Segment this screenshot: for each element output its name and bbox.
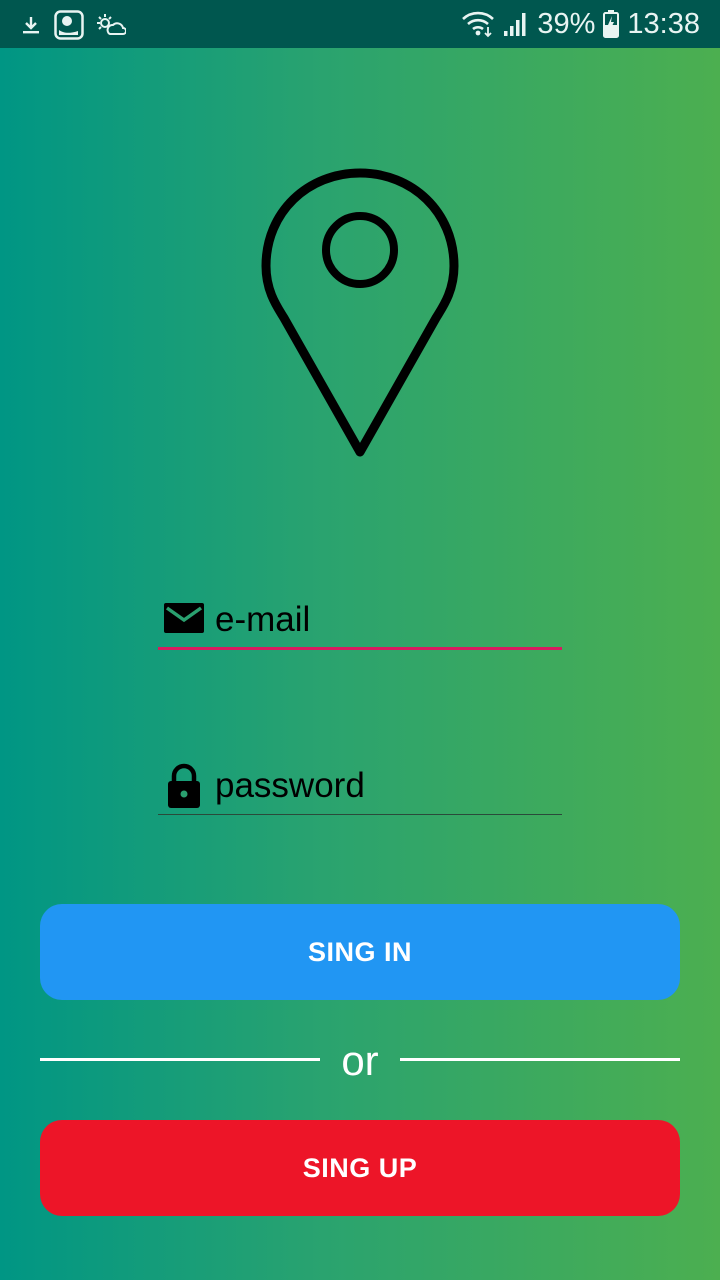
app-notification-icon [54, 10, 84, 40]
mail-icon [160, 596, 204, 642]
weather-icon [96, 13, 126, 37]
location-pin-icon [260, 168, 460, 458]
divider-or-text: or [341, 1037, 379, 1084]
divider-line-right [400, 1058, 680, 1061]
password-field-container [158, 756, 562, 816]
clock: 13:38 [627, 7, 700, 40]
email-underline [158, 647, 562, 650]
email-input[interactable] [215, 596, 555, 644]
login-screen: 39% 13:38 e-mail SING IN or SING UP [0, 0, 720, 1280]
battery-percent: 39% [537, 7, 596, 40]
status-bar-system: 39% 13:38 [461, 6, 700, 42]
password-underline [158, 814, 562, 815]
download-icon [20, 14, 42, 36]
lock-icon [160, 762, 204, 808]
battery-charging-icon [603, 10, 620, 38]
signal-icon [503, 10, 529, 38]
wifi-icon [461, 10, 495, 38]
sign-up-button[interactable]: SING UP [40, 1120, 680, 1216]
email-field-container [158, 590, 562, 650]
sign-in-button[interactable]: SING IN [40, 904, 680, 1000]
status-bar: 39% 13:38 [0, 0, 720, 48]
status-bar-notifications [20, 8, 126, 42]
divider-line-left [40, 1058, 320, 1061]
password-input[interactable] [215, 762, 555, 810]
